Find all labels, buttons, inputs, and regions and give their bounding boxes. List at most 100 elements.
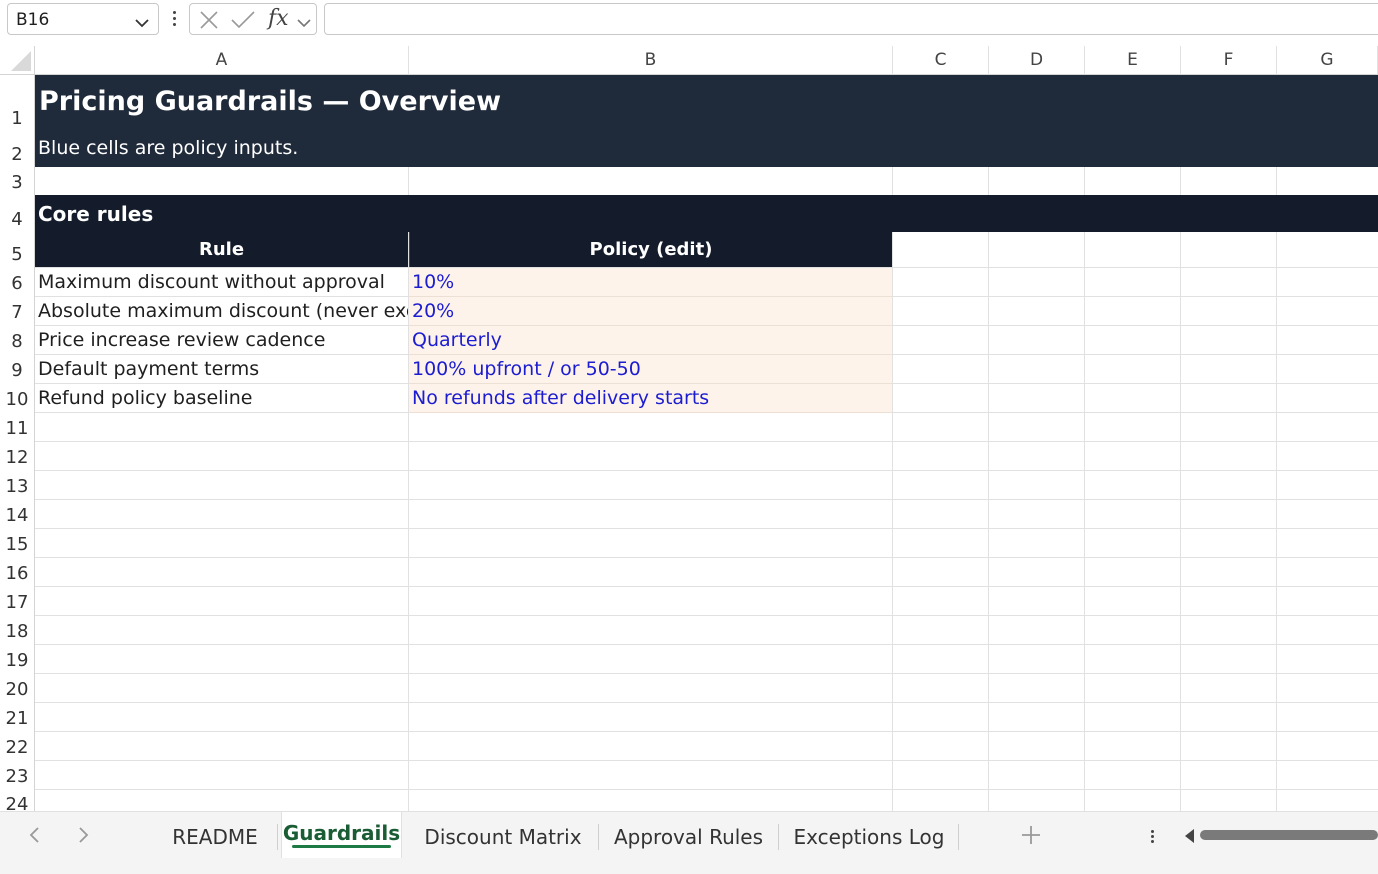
gridline <box>35 789 1378 790</box>
gridline <box>35 470 1378 471</box>
check-icon[interactable] <box>230 9 256 35</box>
row-header[interactable]: 10 <box>0 383 35 412</box>
chevron-down-icon[interactable] <box>296 14 312 33</box>
gridline <box>35 731 1378 732</box>
horizontal-scrollbar[interactable] <box>1200 830 1378 840</box>
rule-cell[interactable]: Default payment terms <box>38 358 408 380</box>
row-header[interactable]: 4 <box>0 195 35 232</box>
row-header[interactable]: 19 <box>0 644 35 673</box>
more-vertical-icon[interactable] <box>1146 828 1158 848</box>
row-number: 14 <box>5 505 29 526</box>
column-header-d[interactable]: D <box>989 46 1085 75</box>
row-number: 21 <box>5 708 29 729</box>
tab-discount-matrix[interactable]: Discount Matrix <box>410 812 596 858</box>
row-number: 17 <box>5 592 29 613</box>
row-header[interactable]: 2 <box>0 131 35 167</box>
row-header[interactable]: 21 <box>0 702 35 731</box>
gridline <box>35 673 1378 674</box>
table-header-rule[interactable]: Rule <box>35 232 408 267</box>
row-number: 12 <box>5 447 29 468</box>
row-header[interactable]: 8 <box>0 325 35 354</box>
row-header[interactable]: 1 <box>0 75 35 131</box>
tab-exceptions-log[interactable]: Exceptions Log <box>782 812 956 858</box>
column-header-g[interactable]: G <box>1277 46 1378 75</box>
tab-separator <box>277 824 278 850</box>
row-number: 6 <box>11 273 23 294</box>
chevron-right-icon[interactable] <box>76 826 90 848</box>
chevron-left-icon[interactable] <box>28 826 42 848</box>
formula-input[interactable] <box>324 3 1378 35</box>
close-icon[interactable] <box>198 9 220 35</box>
row-number: 1 <box>11 108 23 129</box>
gridline <box>1276 75 1277 811</box>
select-all-corner[interactable] <box>0 46 35 75</box>
row-header[interactable]: 20 <box>0 673 35 702</box>
scroll-left-icon[interactable] <box>1183 828 1195 848</box>
row-header[interactable]: 12 <box>0 441 35 470</box>
tab-approval-rules[interactable]: Approval Rules <box>602 812 775 858</box>
row-number: 5 <box>11 244 23 265</box>
row-header[interactable]: 15 <box>0 528 35 557</box>
row-number: 15 <box>5 534 29 555</box>
row-number: 22 <box>5 737 29 758</box>
gridline <box>35 615 1378 616</box>
rule-cell[interactable]: Price increase review cadence <box>38 329 408 351</box>
column-header-e[interactable]: E <box>1085 46 1181 75</box>
row-header[interactable]: 22 <box>0 731 35 760</box>
gridline <box>35 760 1378 761</box>
name-box[interactable]: B16 <box>7 3 159 35</box>
policy-value[interactable]: No refunds after delivery starts <box>412 387 890 409</box>
tab-readme[interactable]: README <box>158 812 272 858</box>
row-header[interactable]: 23 <box>0 760 35 789</box>
column-header-a[interactable]: A <box>35 46 409 75</box>
row-header[interactable]: 3 <box>0 167 35 195</box>
rule-cell[interactable]: Maximum discount without approval <box>38 271 408 293</box>
tab-guardrails-label: Guardrails <box>282 821 401 845</box>
policy-value[interactable]: 100% upfront / or 50-50 <box>412 358 890 380</box>
formula-tools: fx <box>189 3 317 35</box>
row-header[interactable]: 18 <box>0 615 35 644</box>
column-header-c[interactable]: C <box>893 46 989 75</box>
row-header[interactable]: 9 <box>0 354 35 383</box>
row-header[interactable]: 17 <box>0 586 35 615</box>
row-number: 4 <box>11 209 23 230</box>
gridline <box>35 702 1378 703</box>
row-number: 2 <box>11 144 23 165</box>
row-header[interactable]: 13 <box>0 470 35 499</box>
fx-icon[interactable]: fx <box>268 6 289 31</box>
policy-value[interactable]: 20% <box>412 300 890 322</box>
table-header-policy[interactable]: Policy (edit) <box>409 232 892 267</box>
row-number: 23 <box>5 766 29 787</box>
row-number: 20 <box>5 679 29 700</box>
row-header[interactable]: 24 <box>0 789 35 811</box>
spreadsheet-grid[interactable]: A B C D E F G Pricing Guardrails — Overv… <box>0 46 1378 811</box>
rule-cell[interactable]: Refund policy baseline <box>38 387 408 409</box>
row-number: 9 <box>11 360 23 381</box>
column-header-f[interactable]: F <box>1181 46 1277 75</box>
gridline <box>35 499 1378 500</box>
section-title[interactable]: Core rules <box>38 202 153 226</box>
status-bar <box>0 859 1378 874</box>
more-vertical-icon[interactable] <box>168 8 180 30</box>
sheet-title[interactable]: Pricing Guardrails — Overview <box>39 86 501 117</box>
row-header[interactable]: 16 <box>0 557 35 586</box>
sheet-subtitle[interactable]: Blue cells are policy inputs. <box>38 137 298 159</box>
column-header-b[interactable]: B <box>409 46 893 75</box>
chevron-down-icon[interactable] <box>134 14 150 33</box>
plus-icon[interactable] <box>1018 822 1044 848</box>
row-header[interactable]: 5 <box>0 232 35 267</box>
tab-guardrails[interactable]: Guardrails <box>281 812 402 858</box>
gridline <box>35 644 1378 645</box>
policy-value[interactable]: 10% <box>412 271 890 293</box>
row-header[interactable]: 11 <box>0 412 35 441</box>
row-header[interactable]: 14 <box>0 499 35 528</box>
rule-cell[interactable]: Absolute maximum discount (never exceed) <box>38 300 408 322</box>
formula-bar: B16 fx <box>0 0 1378 42</box>
row-header[interactable]: 6 <box>0 267 35 296</box>
tab-separator <box>778 824 779 850</box>
gridline <box>892 75 893 811</box>
gridline <box>1180 75 1181 811</box>
row-number: 8 <box>11 331 23 352</box>
policy-value[interactable]: Quarterly <box>412 329 890 351</box>
row-header[interactable]: 7 <box>0 296 35 325</box>
